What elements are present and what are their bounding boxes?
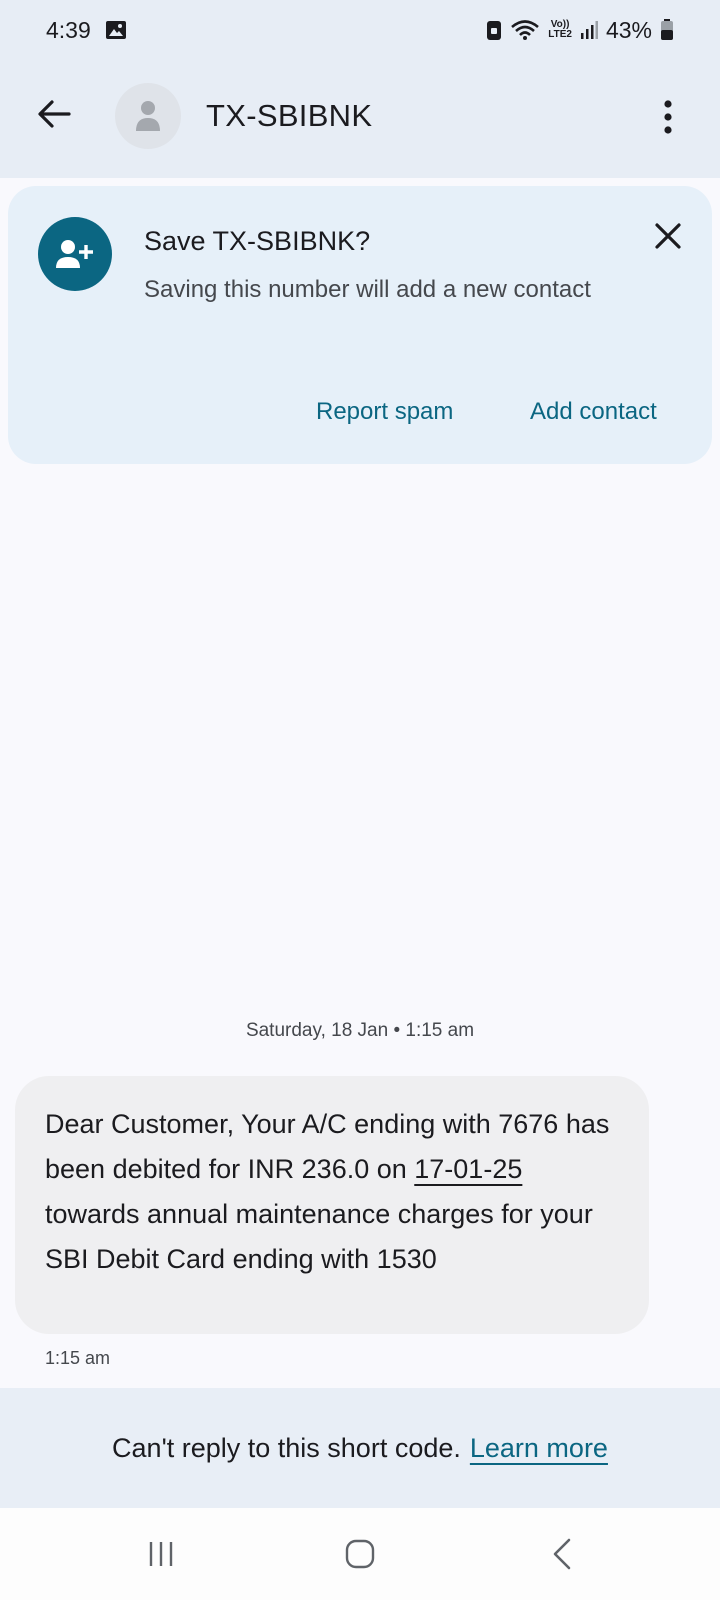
reply-bar-text: Can't reply to this short code. xyxy=(112,1432,461,1463)
volte-icon: Vo)) LTE2 xyxy=(548,20,572,40)
status-bar: 4:39 Vo)) LTE2 43% xyxy=(0,0,720,60)
learn-more-link[interactable]: Learn more xyxy=(470,1433,608,1464)
reply-bar: Can't reply to this short code. Learn mo… xyxy=(0,1388,720,1508)
app-bar: TX-SBIBNK xyxy=(0,60,720,178)
add-contact-button[interactable]: Add contact xyxy=(530,398,657,426)
battery-icon xyxy=(660,19,674,41)
person-icon xyxy=(136,101,160,131)
status-right: Vo)) LTE2 43% xyxy=(486,17,674,44)
save-contact-card: Save TX-SBIBNK? Saving this number will … xyxy=(8,186,712,464)
message-time: 1:15 am xyxy=(45,1348,111,1368)
save-card-title: Save TX-SBIBNK? xyxy=(144,226,371,256)
chevron-left-icon xyxy=(553,1538,571,1570)
message-bubble[interactable]: Dear Customer, Your A/C ending with 7676… xyxy=(15,1076,649,1334)
home-button[interactable] xyxy=(330,1534,390,1574)
signal-icon xyxy=(580,20,598,40)
message-text-part1: Dear Customer, Your A/C ending with 7676… xyxy=(45,1109,610,1184)
lock-icon xyxy=(486,19,502,41)
save-card-text: Saving this number will add a new contac… xyxy=(144,276,591,303)
date-separator: Saturday, 18 Jan • 1:15 am xyxy=(245,1020,475,1041)
add-person-icon xyxy=(38,217,112,291)
avatar[interactable] xyxy=(115,83,181,149)
status-left: 4:39 xyxy=(46,17,127,44)
status-time: 4:39 xyxy=(46,16,91,43)
conversation-title[interactable]: TX-SBIBNK xyxy=(206,98,372,134)
recent-apps-button[interactable] xyxy=(131,1534,191,1574)
more-options-button[interactable] xyxy=(648,92,688,142)
wifi-icon xyxy=(510,19,540,41)
volte-bottom-label: LTE2 xyxy=(548,29,572,40)
arrow-back-icon xyxy=(38,100,71,128)
nav-back-button[interactable] xyxy=(532,1534,592,1574)
recent-apps-icon xyxy=(149,1542,173,1566)
battery-percent: 43% xyxy=(605,16,652,43)
report-spam-button[interactable]: Report spam xyxy=(316,398,453,426)
image-icon xyxy=(105,19,127,41)
close-icon xyxy=(655,223,681,249)
more-vert-icon xyxy=(664,100,672,134)
system-nav-bar xyxy=(0,1508,720,1600)
home-icon xyxy=(345,1539,375,1569)
back-button[interactable] xyxy=(34,94,74,134)
message-date-link[interactable]: 17-01-25 xyxy=(414,1154,522,1184)
close-card-button[interactable] xyxy=(648,216,688,256)
message-text-part2: towards annual maintenance charges for y… xyxy=(45,1199,593,1274)
